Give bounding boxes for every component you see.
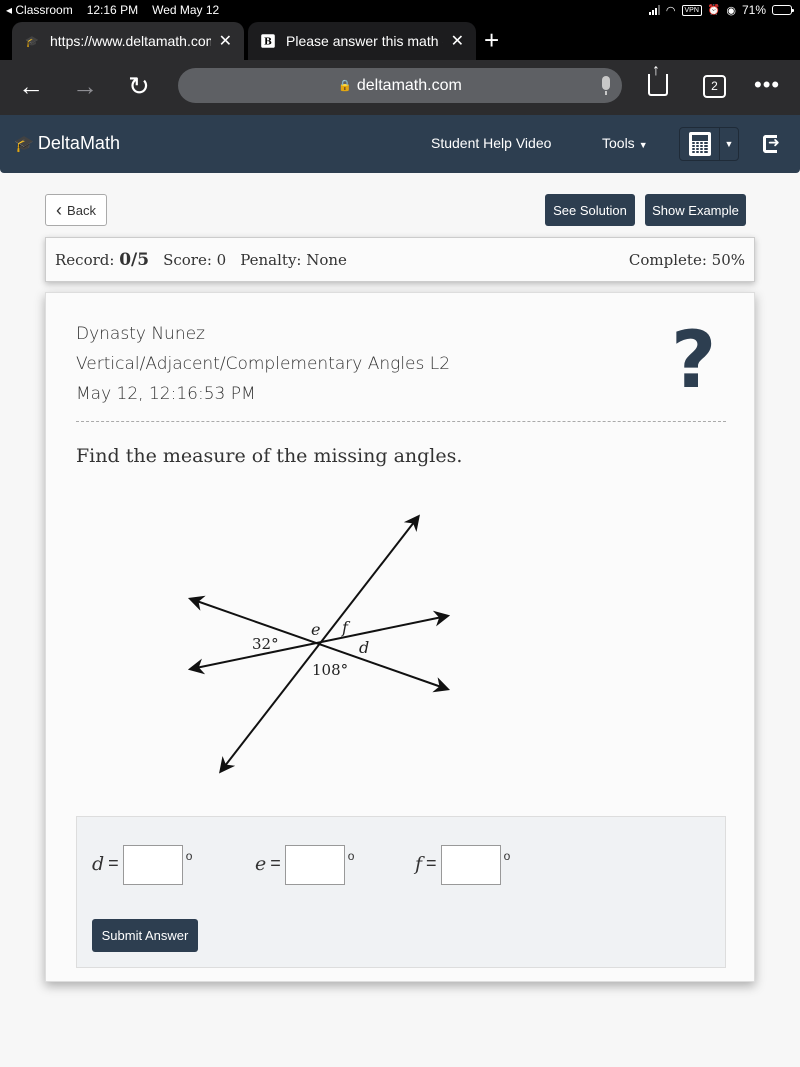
student-name: Dynasty Nunez xyxy=(76,324,205,344)
browser-tab-brainly[interactable]: B Please answer this math question ✕ xyxy=(248,22,476,60)
battery-percent: 71% xyxy=(741,3,766,17)
microphone-icon[interactable] xyxy=(602,76,610,95)
back-label: Back xyxy=(67,202,96,218)
answer-panel: d = o e = o f = o Submit Answer xyxy=(76,816,726,968)
problem-meta: Dynasty Nunez Vertical/Adjacent/Compleme… xyxy=(76,319,450,409)
problem-card: Dynasty Nunez Vertical/Adjacent/Compleme… xyxy=(45,292,755,982)
reload-icon[interactable]: ↻ xyxy=(128,70,150,102)
browser-tab-bar: 🎓 https://www.deltamath.com ✕ B Please a… xyxy=(0,20,800,60)
answer-field-d: d = o xyxy=(92,845,192,885)
wifi-icon: ◠ xyxy=(665,4,676,17)
variable-label: d xyxy=(92,853,105,875)
angle-e-input[interactable] xyxy=(284,845,345,885)
penalty-stat: Penalty: None xyxy=(240,250,347,269)
caret-down-icon: ▼ xyxy=(724,139,734,149)
close-tab-icon[interactable]: ✕ xyxy=(219,31,232,51)
status-date: Wed May 12 xyxy=(152,3,220,17)
student-help-video-link[interactable]: Student Help Video xyxy=(431,135,551,151)
browser-tab-deltamath[interactable]: 🎓 https://www.deltamath.com ✕ xyxy=(12,22,244,60)
angle-d-input[interactable] xyxy=(122,845,183,885)
equals-sign: = xyxy=(270,853,281,873)
cellular-signal-icon xyxy=(648,5,660,15)
url-text: deltamath.com xyxy=(356,76,462,94)
status-bar: ◂ Classroom 12:16 PM Wed May 12 ◠ VPN ⏰ … xyxy=(0,0,800,20)
battery-icon xyxy=(772,5,794,15)
angle-label-e: e xyxy=(311,620,320,639)
calculator-button[interactable] xyxy=(680,128,720,160)
browser-toolbar: ← → ↻ 🔒 deltamath.com 2 ••• xyxy=(0,60,800,115)
divider xyxy=(76,421,726,422)
degree-symbol: o xyxy=(185,849,193,863)
problem-topic: Vertical/Adjacent/Complementary Angles L… xyxy=(76,354,451,374)
brand-logo[interactable]: 🎓 DeltaMath xyxy=(14,133,120,154)
brand-name: DeltaMath xyxy=(37,133,120,153)
brainly-favicon-icon: B xyxy=(261,34,275,48)
new-tab-button[interactable]: + xyxy=(484,26,499,54)
problem-timestamp: May 12, 12:16:53 PM xyxy=(76,384,256,404)
graduation-cap-icon: 🎓 xyxy=(14,135,34,153)
back-arrow-icon[interactable]: ← xyxy=(18,70,44,102)
close-tab-icon[interactable]: ✕ xyxy=(451,31,464,51)
alarm-icon: ⏰ xyxy=(707,4,721,16)
calculator-icon xyxy=(688,132,711,156)
angle-label-f: f xyxy=(341,618,351,637)
calculator-button-group: ▼ xyxy=(679,127,739,161)
record-value: 0/5 xyxy=(119,249,150,270)
equals-sign: = xyxy=(426,853,437,873)
caret-down-icon: ▼ xyxy=(638,140,648,150)
angle-label-d: d xyxy=(359,638,369,657)
record-stat: Record: 0/5 xyxy=(55,249,150,270)
tools-menu[interactable]: Tools ▼ xyxy=(602,135,648,151)
back-to-app-link[interactable]: ◂ Classroom xyxy=(6,3,73,17)
angle-label-32: 32° xyxy=(252,635,279,653)
address-bar[interactable]: 🔒 deltamath.com xyxy=(178,68,622,103)
record-bar: Record: 0/5 Score: 0 Penalty: None Compl… xyxy=(45,237,755,282)
tab-title: https://www.deltamath.com xyxy=(50,33,211,49)
degree-symbol: o xyxy=(347,849,355,863)
angle-diagram: 32° 108° e f d xyxy=(187,514,451,774)
equals-sign: = xyxy=(108,853,119,873)
lock-icon: 🔒 xyxy=(338,80,352,92)
deltamath-header: 🎓 DeltaMath Student Help Video Tools ▼ ▼ xyxy=(0,115,800,173)
tab-count-button[interactable]: 2 xyxy=(703,75,726,98)
help-question-icon[interactable]: ? xyxy=(671,321,716,401)
back-button[interactable]: ‹ Back xyxy=(45,194,107,226)
chevron-left-icon: ‹ xyxy=(56,200,63,220)
degree-symbol: o xyxy=(503,849,511,863)
forward-arrow-icon[interactable]: → xyxy=(72,70,98,102)
orientation-lock-icon: ◉ xyxy=(726,4,736,17)
problem-prompt: Find the measure of the missing angles. xyxy=(76,445,463,467)
vpn-icon: VPN xyxy=(681,4,702,16)
angle-label-108: 108° xyxy=(312,661,348,679)
calculator-dropdown-toggle[interactable]: ▼ xyxy=(720,128,738,160)
graduation-cap-icon: 🎓 xyxy=(25,35,39,48)
variable-label: f xyxy=(415,853,423,875)
score-stat: Score: 0 xyxy=(163,250,227,269)
complete-stat: Complete: 50% xyxy=(628,250,745,269)
variable-label: e xyxy=(255,853,267,875)
tab-title: Please answer this math question xyxy=(286,33,443,49)
answer-field-f: f = o xyxy=(415,845,510,885)
share-icon[interactable] xyxy=(648,62,668,96)
see-solution-button[interactable]: See Solution xyxy=(545,194,635,226)
show-example-button[interactable]: Show Example xyxy=(645,194,746,226)
logout-icon[interactable] xyxy=(763,134,780,153)
more-options-icon[interactable]: ••• xyxy=(754,72,780,98)
answer-field-e: e = o xyxy=(255,845,354,885)
tools-label: Tools xyxy=(602,135,635,151)
submit-answer-button[interactable]: Submit Answer xyxy=(92,919,198,952)
status-time: 12:16 PM xyxy=(86,3,139,17)
angle-f-input[interactable] xyxy=(440,845,501,885)
